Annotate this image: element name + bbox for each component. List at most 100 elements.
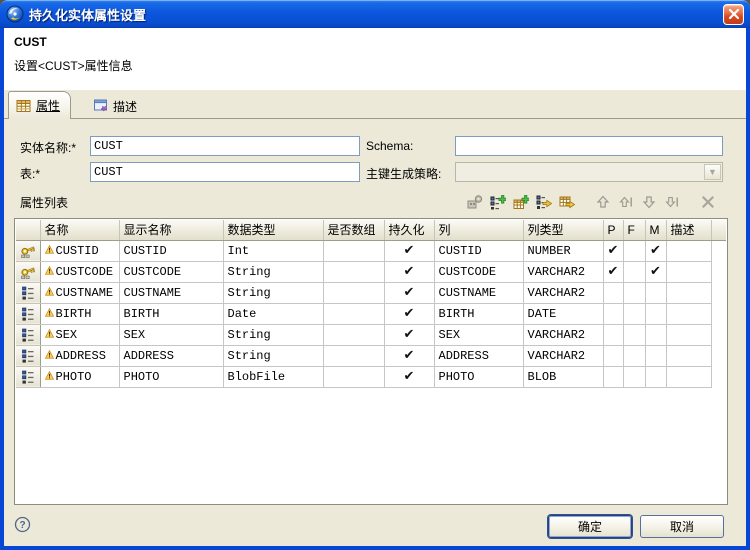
table-name-input[interactable] — [90, 162, 360, 182]
column-type-cell[interactable]: VARCHAR2 — [523, 261, 603, 282]
table-row[interactable]: CUSTCODECUSTCODEString✔CUSTCODEVARCHAR2✔… — [16, 261, 726, 282]
foreign-key-cell[interactable] — [623, 303, 645, 324]
close-button[interactable] — [723, 4, 744, 25]
primary-key-cell[interactable]: ✔ — [603, 240, 623, 261]
name-cell[interactable]: CUSTCODE — [40, 261, 119, 282]
column-type-cell[interactable]: VARCHAR2 — [523, 345, 603, 366]
primary-key-cell[interactable] — [603, 324, 623, 345]
ok-button[interactable]: 确定 — [548, 515, 632, 538]
select-attribute-icon[interactable] — [535, 194, 553, 211]
description-cell[interactable] — [666, 282, 711, 303]
table-row[interactable]: ADDRESSADDRESSString✔ADDRESSVARCHAR2 — [16, 345, 726, 366]
foreign-key-cell[interactable] — [623, 282, 645, 303]
foreign-key-cell[interactable] — [623, 261, 645, 282]
schema-input[interactable] — [455, 136, 723, 156]
table-row[interactable]: SEXSEXString✔SEXVARCHAR2 — [16, 324, 726, 345]
column-cell[interactable]: PHOTO — [434, 366, 523, 387]
persistent-cell[interactable]: ✔ — [384, 261, 434, 282]
name-cell[interactable]: ADDRESS — [40, 345, 119, 366]
column-cell[interactable]: CUSTNAME — [434, 282, 523, 303]
column-type-cell[interactable]: BLOB — [523, 366, 603, 387]
key-icon[interactable] — [16, 261, 40, 282]
mandatory-cell[interactable] — [645, 324, 666, 345]
description-cell[interactable] — [666, 345, 711, 366]
column-cell[interactable]: SEX — [434, 324, 523, 345]
is-array-cell[interactable] — [323, 324, 384, 345]
description-cell[interactable] — [666, 366, 711, 387]
name-cell[interactable]: CUSTID — [40, 240, 119, 261]
column-type-cell[interactable]: NUMBER — [523, 240, 603, 261]
attribute-icon[interactable] — [16, 282, 40, 303]
name-cell[interactable]: CUSTNAME — [40, 282, 119, 303]
column-cell[interactable]: CUSTID — [434, 240, 523, 261]
table-row[interactable]: CUSTIDCUSTIDInt✔CUSTIDNUMBER✔✔ — [16, 240, 726, 261]
title-bar[interactable]: 持久化实体属性设置 — [0, 0, 750, 28]
mandatory-cell[interactable] — [645, 303, 666, 324]
display-name-cell[interactable]: ADDRESS — [119, 345, 223, 366]
data-type-cell[interactable]: String — [223, 282, 323, 303]
attribute-icon[interactable] — [16, 303, 40, 324]
column-type-cell[interactable]: VARCHAR2 — [523, 324, 603, 345]
add-attribute-icon[interactable] — [489, 194, 507, 211]
help-button[interactable]: ? — [14, 516, 31, 533]
is-array-cell[interactable] — [323, 303, 384, 324]
is-array-cell[interactable] — [323, 366, 384, 387]
is-array-cell[interactable] — [323, 345, 384, 366]
display-name-cell[interactable]: PHOTO — [119, 366, 223, 387]
mandatory-cell[interactable] — [645, 282, 666, 303]
primary-key-cell[interactable] — [603, 366, 623, 387]
column-cell[interactable]: ADDRESS — [434, 345, 523, 366]
attribute-icon[interactable] — [16, 366, 40, 387]
persistent-cell[interactable]: ✔ — [384, 366, 434, 387]
description-cell[interactable] — [666, 240, 711, 261]
foreign-key-cell[interactable] — [623, 366, 645, 387]
name-cell[interactable]: BIRTH — [40, 303, 119, 324]
cancel-button[interactable]: 取消 — [640, 515, 724, 538]
table-row[interactable]: BIRTHBIRTHDate✔BIRTHDATE — [16, 303, 726, 324]
description-cell[interactable] — [666, 303, 711, 324]
mandatory-cell[interactable]: ✔ — [645, 240, 666, 261]
is-array-cell[interactable] — [323, 261, 384, 282]
name-cell[interactable]: PHOTO — [40, 366, 119, 387]
column-cell[interactable]: BIRTH — [434, 303, 523, 324]
primary-key-cell[interactable] — [603, 282, 623, 303]
description-cell[interactable] — [666, 261, 711, 282]
description-cell[interactable] — [666, 324, 711, 345]
primary-key-cell[interactable] — [603, 303, 623, 324]
column-type-cell[interactable]: VARCHAR2 — [523, 282, 603, 303]
display-name-cell[interactable]: CUSTNAME — [119, 282, 223, 303]
data-type-cell[interactable]: String — [223, 324, 323, 345]
entity-name-input[interactable] — [90, 136, 360, 156]
persistent-cell[interactable]: ✔ — [384, 240, 434, 261]
primary-key-cell[interactable]: ✔ — [603, 261, 623, 282]
column-type-cell[interactable]: DATE — [523, 303, 603, 324]
mandatory-cell[interactable]: ✔ — [645, 261, 666, 282]
display-name-cell[interactable]: CUSTID — [119, 240, 223, 261]
is-array-cell[interactable] — [323, 282, 384, 303]
persistent-cell[interactable]: ✔ — [384, 345, 434, 366]
add-column-icon[interactable] — [512, 194, 530, 211]
foreign-key-cell[interactable] — [623, 345, 645, 366]
column-cell[interactable]: CUSTCODE — [434, 261, 523, 282]
attribute-icon[interactable] — [16, 345, 40, 366]
data-type-cell[interactable]: String — [223, 261, 323, 282]
mandatory-cell[interactable] — [645, 345, 666, 366]
display-name-cell[interactable]: BIRTH — [119, 303, 223, 324]
name-cell[interactable]: SEX — [40, 324, 119, 345]
display-name-cell[interactable]: CUSTCODE — [119, 261, 223, 282]
key-icon[interactable] — [16, 240, 40, 261]
table-row[interactable]: PHOTOPHOTOBlobFile✔PHOTOBLOB — [16, 366, 726, 387]
mandatory-cell[interactable] — [645, 366, 666, 387]
select-column-icon[interactable] — [558, 194, 576, 211]
persistent-cell[interactable]: ✔ — [384, 282, 434, 303]
display-name-cell[interactable]: SEX — [119, 324, 223, 345]
data-type-cell[interactable]: BlobFile — [223, 366, 323, 387]
table-row[interactable]: CUSTNAMECUSTNAMEString✔CUSTNAMEVARCHAR2 — [16, 282, 726, 303]
tab-description[interactable]: 描述 — [86, 93, 147, 119]
data-type-cell[interactable]: Date — [223, 303, 323, 324]
persistent-cell[interactable]: ✔ — [384, 303, 434, 324]
attribute-icon[interactable] — [16, 324, 40, 345]
data-type-cell[interactable]: String — [223, 345, 323, 366]
primary-key-cell[interactable] — [603, 345, 623, 366]
foreign-key-cell[interactable] — [623, 324, 645, 345]
